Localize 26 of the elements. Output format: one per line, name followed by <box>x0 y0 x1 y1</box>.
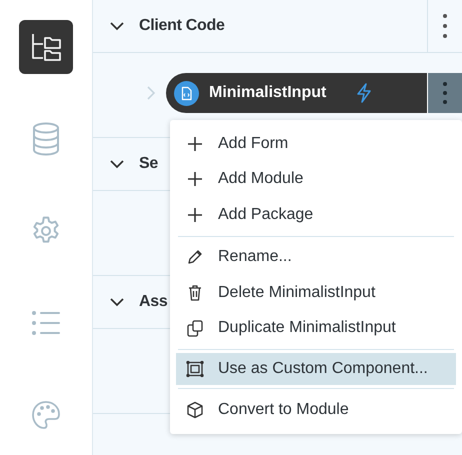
menu-item[interactable]: Add Form <box>176 126 456 162</box>
plus-icon <box>186 170 204 188</box>
item-name: MinimalistInput <box>209 84 326 102</box>
menu-item[interactable]: Duplicate MinimalistInput <box>176 310 456 346</box>
menu-item[interactable]: Convert to Module <box>176 392 456 428</box>
menu-item[interactable]: Delete MinimalistInput <box>176 275 456 310</box>
copy-icon <box>186 319 204 338</box>
menu-item[interactable]: Add Module <box>176 162 456 197</box>
menu-item[interactable]: Use as Custom Component... <box>176 353 456 385</box>
plus-icon <box>186 134 204 153</box>
plus-icon <box>186 206 204 224</box>
folder-tree-icon[interactable] <box>19 20 73 74</box>
component-icon <box>186 360 204 378</box>
trash-icon <box>186 284 204 302</box>
menu-item[interactable]: Rename... <box>176 240 456 275</box>
more-button[interactable] <box>427 73 462 113</box>
section-title: Ass <box>139 293 168 311</box>
cube-icon <box>186 400 204 419</box>
menu-item[interactable]: Add Package <box>176 197 456 232</box>
file-code-icon <box>174 80 199 106</box>
pencil-icon <box>186 248 204 266</box>
section-title: Se <box>139 155 159 173</box>
more-icon <box>442 81 448 105</box>
section-title: Client Code <box>139 17 226 35</box>
lightning-icon <box>356 83 372 103</box>
file-item[interactable]: MinimalistInput <box>166 73 427 113</box>
